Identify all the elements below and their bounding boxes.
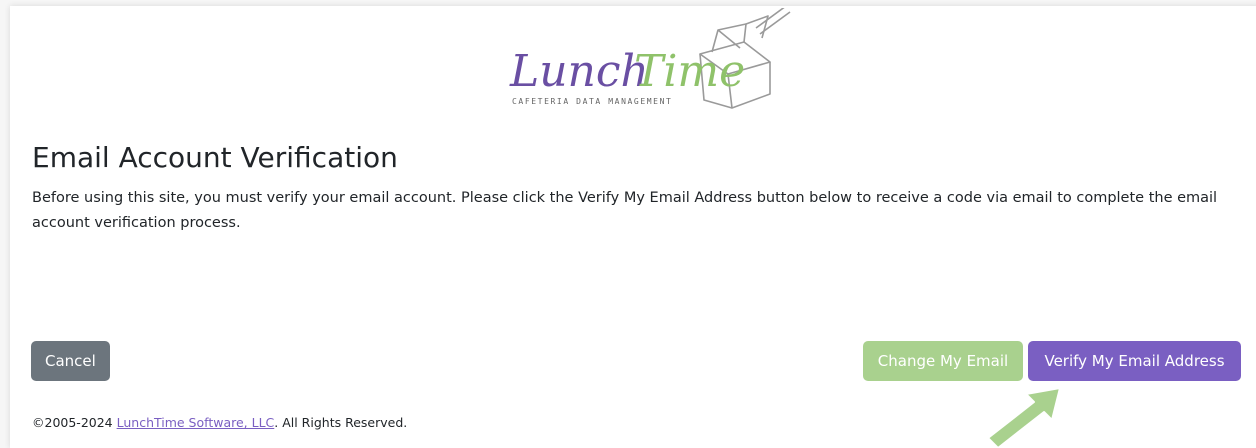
change-email-button[interactable]: Change My Email xyxy=(863,341,1023,381)
logo-tagline: CAFETERIA DATA MANAGEMENT xyxy=(512,97,672,106)
cancel-button[interactable]: Cancel xyxy=(31,341,110,381)
arrow-pointer-icon xyxy=(987,387,1061,448)
company-link[interactable]: LunchTime Software, LLC xyxy=(117,415,275,430)
lunchbox-icon: Lunch Time CAFETERIA DATA MANAGEMENT xyxy=(509,8,791,109)
page-title: Email Account Verification xyxy=(32,141,398,174)
footer-copyright: ©2005-2024 LunchTime Software, LLC. All … xyxy=(32,415,407,430)
verification-description: Before using this site, you must verify … xyxy=(32,190,1218,231)
logo-text-time: Time xyxy=(634,46,745,97)
copyright-suffix: . All Rights Reserved. xyxy=(274,415,408,430)
lunchtime-logo: Lunch Time CAFETERIA DATA MANAGEMENT xyxy=(500,8,800,114)
copyright-prefix: ©2005-2024 xyxy=(32,415,117,430)
verify-email-button[interactable]: Verify My Email Address xyxy=(1028,341,1241,381)
logo-text-lunch: Lunch xyxy=(509,46,649,97)
